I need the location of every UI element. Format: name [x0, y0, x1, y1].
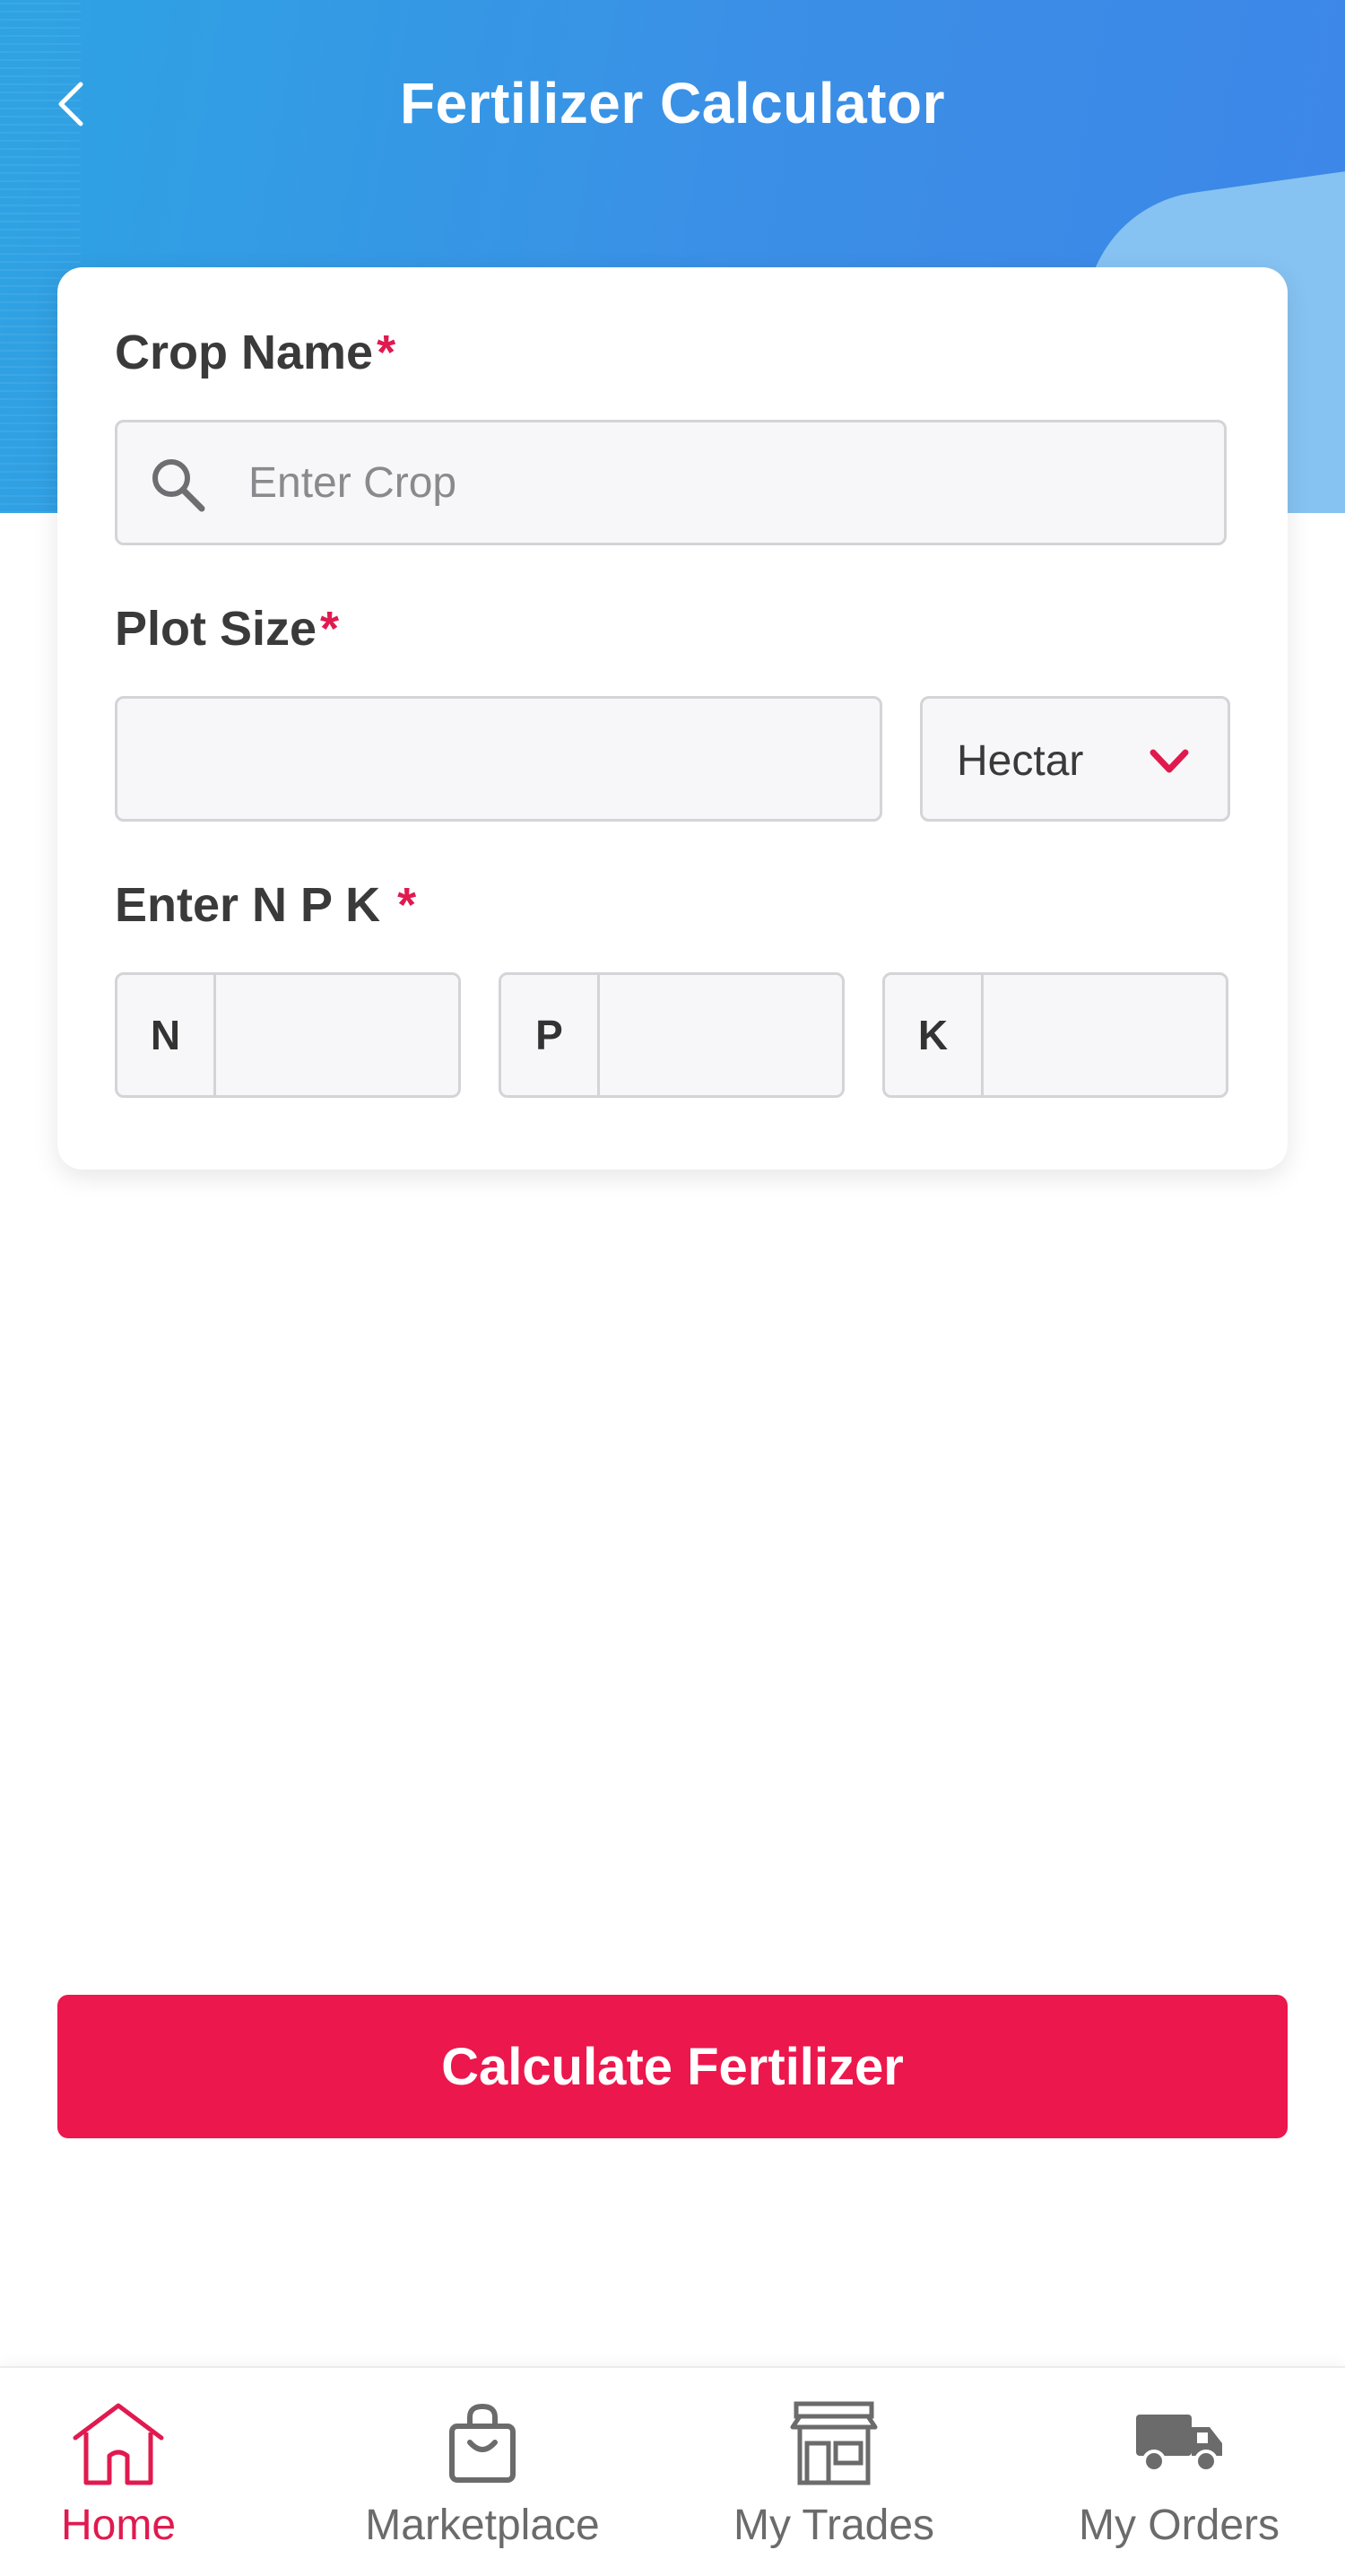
npk-p-input[interactable]: P — [499, 972, 845, 1098]
required-mark: * — [397, 878, 417, 932]
plot-size-label-text: Plot Size — [115, 602, 317, 656]
plot-unit-value: Hectar — [957, 737, 1084, 785]
truck-icon — [1130, 2398, 1228, 2488]
nav-item-home[interactable]: Home — [29, 2368, 208, 2576]
nav-label-home: Home — [60, 2502, 177, 2549]
chevron-down-icon — [1150, 749, 1189, 773]
required-mark: * — [320, 602, 340, 656]
search-icon — [152, 459, 205, 512]
fertilizer-calculator-screen: Fertilizer Calculator Crop Name* Enter C… — [0, 0, 1345, 2576]
npk-k-input[interactable]: K — [882, 972, 1228, 1098]
plot-unit-select[interactable]: Hectar — [920, 696, 1230, 822]
nav-label-my-orders: My Orders — [1078, 2502, 1280, 2549]
nav-label-my-trades: My Trades — [733, 2502, 935, 2549]
crop-search-input[interactable]: Enter Crop — [115, 420, 1227, 545]
calculate-fertilizer-button[interactable]: Calculate Fertilizer — [57, 1995, 1288, 2138]
calculator-form-card: Crop Name* Enter Crop Plot Size* Hectar … — [57, 267, 1288, 1170]
crop-name-label: Crop Name* — [115, 325, 395, 380]
nav-label-marketplace: Marketplace — [365, 2502, 600, 2549]
crop-search-placeholder: Enter Crop — [248, 459, 457, 507]
npk-n-prefix: N — [117, 975, 216, 1095]
shopping-bag-icon — [433, 2398, 532, 2488]
storefront-icon — [785, 2398, 883, 2488]
nav-item-marketplace[interactable]: Marketplace — [348, 2368, 617, 2576]
npk-p-prefix: P — [501, 975, 600, 1095]
bottom-navigation: Home Marketplace My Trades My Orders — [0, 2366, 1345, 2576]
npk-label: Enter N P K * — [115, 877, 416, 933]
npk-label-text: Enter N P K — [115, 878, 395, 932]
nav-item-my-orders[interactable]: My Orders — [1049, 2368, 1309, 2576]
nav-item-my-trades[interactable]: My Trades — [708, 2368, 959, 2576]
plot-size-label: Plot Size* — [115, 601, 339, 657]
crop-name-label-text: Crop Name — [115, 326, 374, 379]
npk-k-prefix: K — [885, 975, 984, 1095]
page-title: Fertilizer Calculator — [400, 71, 945, 135]
plot-size-input[interactable] — [115, 696, 882, 822]
required-mark: * — [377, 326, 396, 379]
npk-n-input[interactable]: N — [115, 972, 461, 1098]
home-icon — [69, 2398, 168, 2488]
